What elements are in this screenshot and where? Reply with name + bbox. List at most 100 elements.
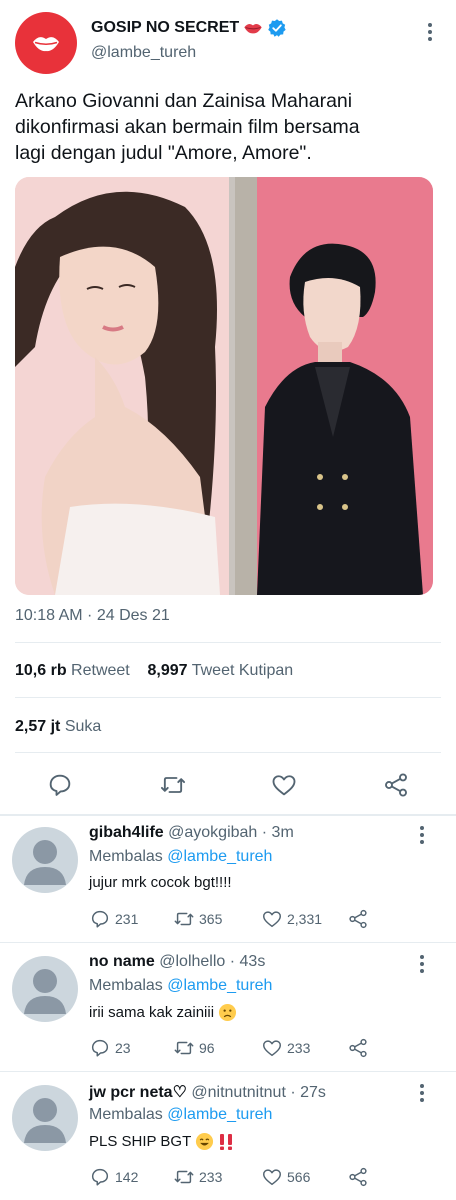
- main-tweet-actions: [0, 763, 456, 807]
- more-icon[interactable]: [412, 824, 432, 846]
- likes-count[interactable]: 2,57 jt: [15, 718, 60, 735]
- retweets-label[interactable]: Retweet: [71, 662, 130, 679]
- double-exclamation-icon: [220, 1133, 233, 1150]
- reply-divider: [0, 1071, 456, 1072]
- reply-author-handle[interactable]: @lolhello · 43s: [159, 953, 265, 970]
- reply-divider: [0, 942, 456, 943]
- reply-icon: [91, 910, 109, 928]
- reply-author[interactable]: jw pcr neta♡ @nitnutnitnut · 27s: [89, 1082, 326, 1102]
- lips-icon: [244, 24, 262, 34]
- quotes-label[interactable]: Tweet Kutipan: [192, 662, 293, 679]
- share-button[interactable]: [347, 1166, 369, 1188]
- author-handle[interactable]: @lambe_tureh: [91, 44, 196, 62]
- reply-count: 231: [115, 911, 139, 927]
- replying-to: Membalas @lambe_tureh: [89, 848, 272, 866]
- replying-to: Membalas @lambe_tureh: [89, 1106, 272, 1124]
- reply-item[interactable]: jw pcr neta♡ @nitnutnitnut · 27s Membala…: [0, 1074, 456, 1200]
- emoji-icon: [196, 1132, 214, 1151]
- share-icon: [349, 1038, 367, 1058]
- tweet-media[interactable]: [15, 177, 433, 595]
- replying-prefix: Membalas: [89, 1106, 168, 1123]
- like-button[interactable]: 566: [261, 1166, 310, 1188]
- retweet-button[interactable]: 365: [173, 908, 222, 930]
- retweet-button[interactable]: 233: [173, 1166, 222, 1188]
- replying-prefix: Membalas: [89, 977, 168, 994]
- default-avatar-icon[interactable]: [12, 956, 78, 1022]
- likes-stats: 2,57 jt Suka: [15, 718, 101, 736]
- like-count: 566: [287, 1169, 311, 1185]
- share-icon[interactable]: [382, 771, 410, 799]
- reply-actions: 231 365 2,331: [89, 908, 389, 932]
- author-name-row[interactable]: GOSIP NO SECRET: [91, 18, 287, 38]
- reply-author-name[interactable]: gibah4life: [89, 824, 164, 841]
- reply-count: 142: [115, 1169, 139, 1185]
- lips-icon: [33, 37, 59, 52]
- replying-mention[interactable]: @lambe_tureh: [167, 977, 272, 994]
- reply-text-content: jujur mrk cocok bgt!!!!: [89, 874, 232, 891]
- media-image: [15, 177, 433, 595]
- reply-button[interactable]: 23: [89, 1037, 131, 1059]
- verified-badge-icon: [268, 19, 286, 37]
- reply-item[interactable]: no name @lolhello · 43s Membalas @lambe_…: [0, 945, 456, 1075]
- divider: [15, 642, 441, 643]
- retweet-icon[interactable]: [159, 771, 187, 799]
- replying-mention[interactable]: @lambe_tureh: [167, 1106, 272, 1123]
- more-icon[interactable]: [412, 953, 432, 975]
- emoji-icon: [218, 1003, 237, 1022]
- likes-label[interactable]: Suka: [65, 718, 101, 735]
- like-icon: [263, 1169, 281, 1186]
- reply-text-content: irii sama kak zainiii: [89, 1004, 215, 1021]
- default-avatar-icon[interactable]: [12, 1085, 78, 1151]
- reply-actions: 23 96 233: [89, 1037, 389, 1061]
- share-icon: [349, 909, 367, 929]
- author-name[interactable]: GOSIP NO SECRET: [91, 19, 239, 37]
- like-count: 233: [287, 1040, 311, 1056]
- reply-author[interactable]: gibah4life @ayokgibah · 3m: [89, 824, 294, 842]
- like-button[interactable]: 2,331: [261, 908, 322, 930]
- like-icon[interactable]: [270, 771, 298, 799]
- default-avatar-icon[interactable]: [12, 827, 78, 893]
- quotes-count[interactable]: 8,997: [148, 662, 188, 679]
- tweet-text: Arkano Giovanni dan Zainisa Maharani dik…: [15, 90, 360, 164]
- reply-text: PLS SHIP BGT: [89, 1132, 234, 1151]
- replying-to: Membalas @lambe_tureh: [89, 977, 272, 995]
- retweet-count: 365: [199, 911, 223, 927]
- reply-item[interactable]: gibah4life @ayokgibah · 3m Membalas @lam…: [0, 816, 456, 946]
- share-button[interactable]: [347, 1037, 369, 1059]
- reply-author-handle[interactable]: @ayokgibah · 3m: [168, 824, 294, 841]
- reply-actions: 142 233 566: [89, 1166, 389, 1190]
- reply-author[interactable]: no name @lolhello · 43s: [89, 953, 265, 971]
- share-button[interactable]: [347, 908, 369, 930]
- like-count: 2,331: [287, 911, 323, 927]
- reply-icon: [91, 1168, 109, 1186]
- reply-button[interactable]: 142: [89, 1166, 138, 1188]
- more-icon[interactable]: [420, 20, 440, 44]
- replying-mention[interactable]: @lambe_tureh: [167, 848, 272, 865]
- retweet-count: 233: [199, 1169, 223, 1185]
- reply-icon: [91, 1039, 109, 1057]
- reply-count: 23: [115, 1040, 131, 1056]
- retweet-count: 96: [199, 1040, 215, 1056]
- replying-prefix: Membalas: [89, 848, 168, 865]
- retweet-icon: [174, 1041, 194, 1055]
- like-icon: [263, 1040, 281, 1057]
- tweet-timestamp[interactable]: 10:18 AM · 24 Des 21: [15, 607, 170, 625]
- author-avatar[interactable]: [15, 12, 77, 74]
- reply-author-name[interactable]: no name: [89, 953, 155, 970]
- reply-text: irii sama kak zainiii: [89, 1003, 237, 1022]
- reply-author-name[interactable]: jw pcr neta♡: [89, 1084, 187, 1101]
- share-icon: [349, 1167, 367, 1187]
- retweet-button[interactable]: 96: [173, 1037, 215, 1059]
- reply-button[interactable]: 231: [89, 908, 138, 930]
- retweets-count[interactable]: 10,6 rb: [15, 662, 67, 679]
- reply-icon[interactable]: [46, 771, 74, 799]
- divider: [15, 752, 441, 753]
- reply-text: jujur mrk cocok bgt!!!!: [89, 874, 232, 891]
- retweet-icon: [174, 1170, 194, 1184]
- like-icon: [263, 911, 281, 928]
- reply-author-handle[interactable]: @nitnutnitnut · 27s: [191, 1084, 326, 1101]
- reply-text-content: PLS SHIP BGT: [89, 1133, 192, 1150]
- retweet-icon: [174, 912, 194, 926]
- like-button[interactable]: 233: [261, 1037, 310, 1059]
- more-icon[interactable]: [412, 1082, 432, 1104]
